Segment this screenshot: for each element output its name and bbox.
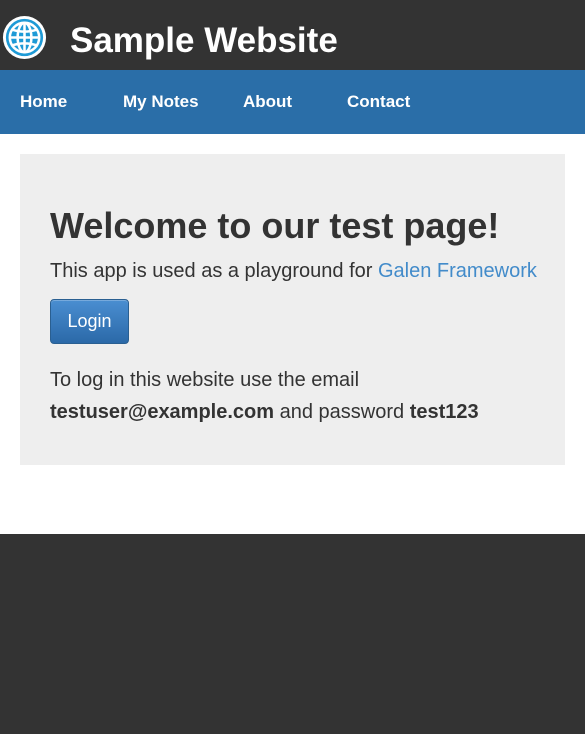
test-password: test123 bbox=[409, 401, 479, 423]
intro-text: This app is used as a playground for bbox=[50, 260, 378, 282]
login-button[interactable]: Login bbox=[50, 299, 129, 344]
nav-item-contact[interactable]: Contact bbox=[347, 70, 410, 134]
main-content: Welcome to our test page! This app is us… bbox=[0, 134, 585, 534]
info-text-password: and password bbox=[274, 401, 410, 423]
info-text: To log in this website use the email bbox=[50, 369, 360, 391]
login-info: To log in this website use the email test… bbox=[50, 364, 479, 428]
main-navigation: Home My Notes About Contact bbox=[0, 70, 585, 134]
site-title: Sample Website bbox=[70, 21, 338, 60]
nav-item-about[interactable]: About bbox=[243, 70, 292, 134]
nav-item-my-notes[interactable]: My Notes bbox=[123, 70, 199, 134]
intro-paragraph: This app is used as a playground for Gal… bbox=[50, 258, 537, 284]
globe-icon[interactable] bbox=[1, 14, 48, 61]
nav-item-home[interactable]: Home bbox=[20, 70, 67, 134]
welcome-heading: Welcome to our test page! bbox=[50, 205, 500, 246]
site-header: Sample Website bbox=[0, 0, 585, 70]
welcome-panel: Welcome to our test page! This app is us… bbox=[20, 154, 565, 465]
test-email: testuser@example.com bbox=[50, 401, 275, 423]
site-footer bbox=[0, 534, 585, 734]
galen-framework-link[interactable]: Galen Framework bbox=[378, 260, 537, 282]
